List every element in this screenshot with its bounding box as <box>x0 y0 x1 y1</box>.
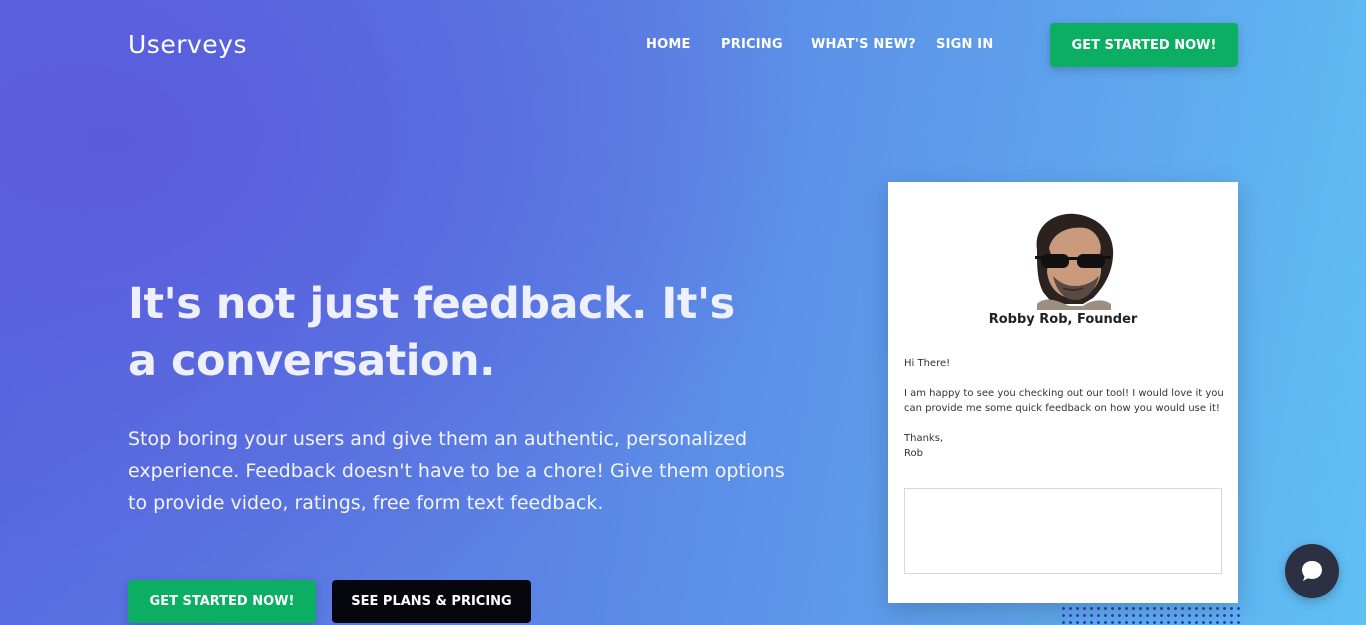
feedback-textarea[interactable] <box>904 488 1222 574</box>
hero-title: It's not just feedback. It's a conversat… <box>128 279 735 386</box>
see-plans-pricing-button[interactable]: SEE PLANS & PRICING <box>332 580 531 623</box>
nav-item-sign-in[interactable]: SIGN IN <box>936 37 993 52</box>
chat-bubble-icon <box>1302 561 1322 581</box>
nav-item-whats-new[interactable]: WHAT'S NEW? <box>811 37 916 52</box>
header-get-started-button[interactable]: GET STARTED NOW! <box>1050 23 1238 67</box>
message-sign-off: Thanks, <box>904 433 944 444</box>
message-greeting: Hi There! <box>904 358 951 369</box>
feedback-card: Robby Rob, Founder Hi There! I am happy … <box>888 182 1238 603</box>
message-body: I am happy to see you checking out our t… <box>904 388 1224 414</box>
founder-name: Robby Rob, Founder <box>988 312 1138 327</box>
decorative-dots <box>1060 605 1240 625</box>
founder-message: Hi There! I am happy to see you checking… <box>904 356 1224 461</box>
hero-description: Stop boring your users and give them an … <box>128 428 785 514</box>
avatar-image <box>1035 213 1114 310</box>
hero-get-started-button[interactable]: GET STARTED NOW! <box>128 580 316 623</box>
founder-avatar <box>1023 210 1115 310</box>
chat-launcher-button[interactable] <box>1285 544 1339 598</box>
message-signature: Rob <box>904 448 923 459</box>
nav-item-home[interactable]: HOME <box>646 37 691 52</box>
nav-item-pricing[interactable]: PRICING <box>721 37 783 52</box>
main-nav: HOME PRICING WHAT'S NEW? SIGN IN <box>0 37 1000 57</box>
